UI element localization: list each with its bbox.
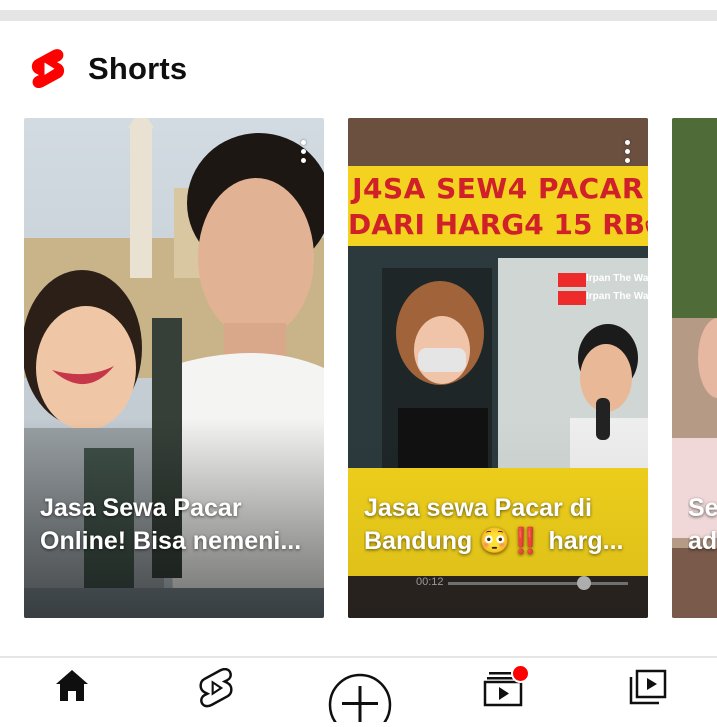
social-handle-1: Irpan The Warr [586, 273, 648, 284]
social-handle-2: Irpan The Wa [586, 291, 648, 302]
banner-line-2: DARI HARG4 15 RB😱 [348, 208, 648, 241]
nav-create[interactable] [327, 672, 393, 727]
nav-shorts[interactable] [198, 667, 234, 713]
short-title: Jasa sewa Pacar di Bandung 😳‼️ harg... [364, 492, 634, 558]
notification-badge [511, 664, 530, 683]
section-title: Shorts [88, 51, 188, 86]
short-title-line-2: Bandung 😳‼️ harg... [364, 527, 624, 555]
short-title: Jasa Sewa Pacar Online! Bisa nemeni... [40, 492, 310, 558]
short-card-2[interactable]: J4SA SEW4 PACAR DARI HARG4 15 RB😱 Irpan … [348, 118, 648, 618]
short-card-3[interactable]: Se ad [672, 118, 717, 618]
short-title-line-1: Jasa sewa Pacar di [364, 494, 592, 522]
top-divider [0, 10, 717, 21]
nav-subscriptions[interactable] [483, 664, 530, 713]
short-card-1[interactable]: Jasa Sewa Pacar Online! Bisa nemeni... [24, 118, 324, 618]
youtube-shorts-logo-icon [31, 49, 65, 89]
nav-library[interactable] [628, 668, 668, 711]
more-options-icon[interactable] [624, 140, 630, 166]
short-title-line-1: Jasa Sewa Pacar [40, 494, 242, 522]
nav-home[interactable] [54, 668, 90, 707]
short-title-line-1: Se [688, 494, 717, 522]
short-title-line-2: ad [688, 527, 717, 555]
short-title-line-2: Online! Bisa nemeni... [40, 527, 302, 555]
home-icon [56, 670, 88, 701]
bottom-navigation [0, 658, 717, 727]
short-title: Se ad [688, 492, 717, 558]
more-options-icon[interactable] [300, 140, 306, 166]
library-icon [629, 669, 667, 705]
shorts-section-header: Shorts [30, 48, 187, 90]
banner-line-1: J4SA SEW4 PACAR [352, 172, 644, 205]
shorts-icon [199, 667, 233, 708]
video-timecode: 00:12 [416, 576, 444, 588]
